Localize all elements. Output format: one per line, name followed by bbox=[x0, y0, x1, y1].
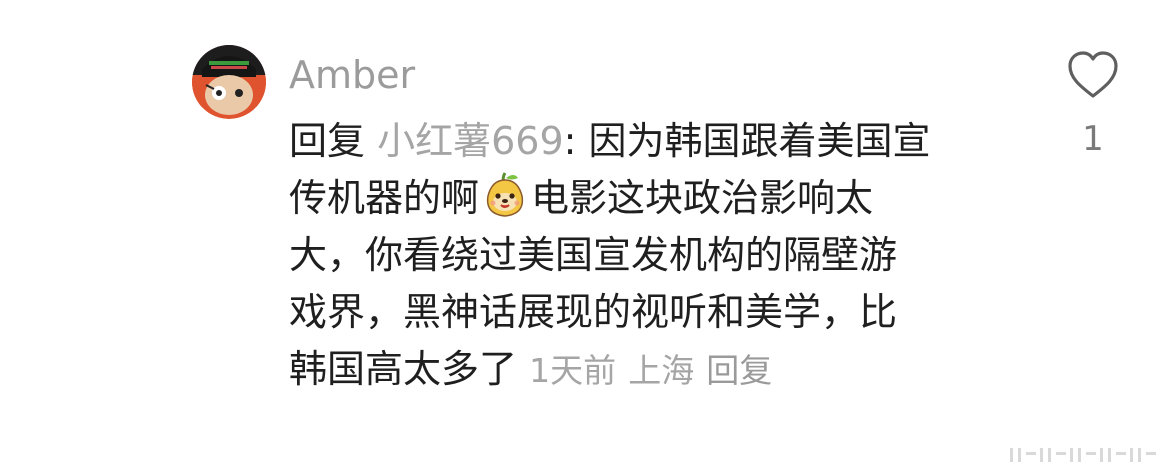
comment-line-4: 戏界，黑神话展现的视听和美学，比 bbox=[289, 290, 898, 334]
like-button[interactable] bbox=[1066, 50, 1120, 100]
reply-to-username[interactable]: 小红薯669 bbox=[377, 119, 564, 163]
comment-text-line: 韩国高太多了 bbox=[289, 347, 518, 391]
comment-text: 回复 小红薯669: 因为韩国跟着美国宣 传机器的啊 电影这块政治影响太 大，你… bbox=[289, 113, 1049, 398]
watermark-icon bbox=[1010, 448, 1156, 462]
comment-text-line: 传机器的啊 bbox=[289, 176, 480, 220]
comment-line-5: 韩国高太多了 1天前 上海 回复 bbox=[289, 341, 1049, 398]
comment-line-1: 回复 小红薯669: 因为韩国跟着美国宣 bbox=[289, 113, 1049, 170]
comment-item: Amber 回复 小红薯669: 因为韩国跟着美国宣 传机器的啊 电影这块政治影… bbox=[0, 0, 1170, 465]
comment-line-2: 传机器的啊 电影这块政治影响太 bbox=[289, 170, 1049, 227]
avatar[interactable] bbox=[192, 45, 266, 119]
reply-button[interactable]: 回复 bbox=[706, 351, 772, 390]
comment-location: 上海 bbox=[628, 351, 695, 390]
comment-text-line: 电影这块政治影响太 bbox=[531, 176, 874, 220]
smiling-pear-face-emoji-icon bbox=[486, 172, 524, 217]
username[interactable]: Amber bbox=[289, 52, 415, 98]
comment-text-line: : 因为韩国跟着美国宣 bbox=[563, 119, 931, 163]
like-count: 1 bbox=[1082, 119, 1104, 159]
heart-outline-icon bbox=[1068, 51, 1118, 98]
reply-prefix: 回复 bbox=[289, 119, 366, 163]
comment-time: 1天前 bbox=[529, 351, 617, 390]
movie-poster-avatar-icon bbox=[192, 45, 266, 119]
comment-line-3: 大，你看绕过美国宣发机构的隔壁游 bbox=[289, 233, 898, 277]
